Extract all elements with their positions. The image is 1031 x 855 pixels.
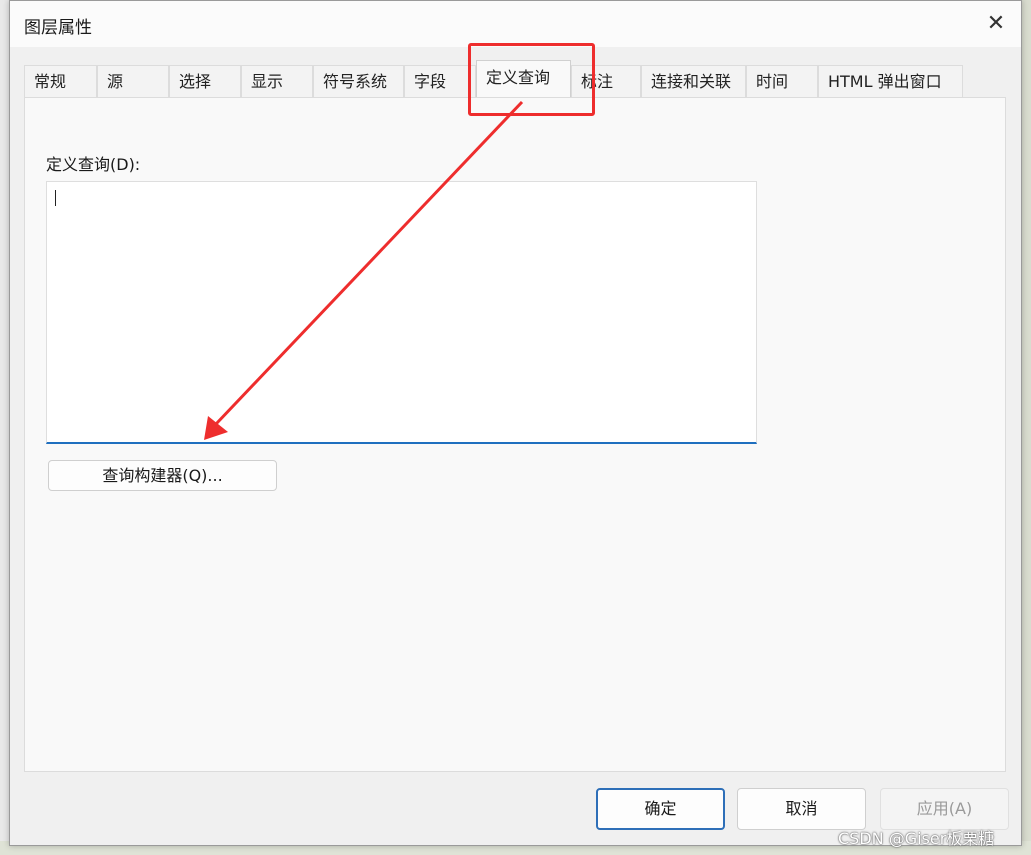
annotation-arrow-head [204, 416, 228, 440]
annotation-arrow-line [214, 100, 524, 426]
watermark: CSDN @Giser板栗糖 [838, 829, 995, 848]
annotation-arrow [204, 100, 524, 440]
